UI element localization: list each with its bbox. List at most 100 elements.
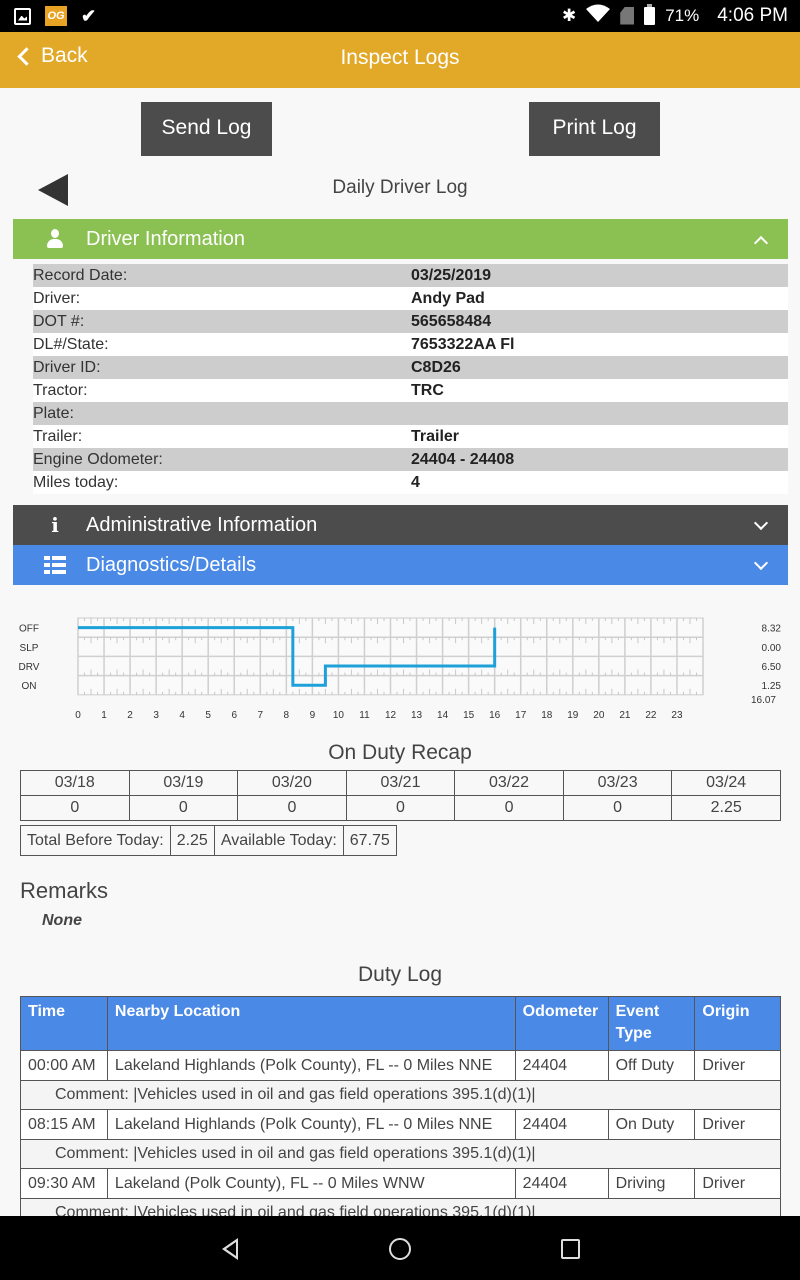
chevron-down-icon: [753, 555, 769, 571]
x-tick-label: 21: [619, 710, 631, 720]
nav-home-icon[interactable]: [389, 1238, 411, 1260]
x-tick-label: 14: [437, 710, 449, 720]
recap-date: 03/23: [562, 770, 673, 796]
column-header: Time: [20, 996, 108, 1051]
row-label-on: ON: [22, 681, 37, 692]
recap-date: 03/24: [671, 770, 781, 796]
total-before-label: Total Before Today:: [20, 825, 171, 856]
send-log-button[interactable]: Send Log: [141, 102, 272, 156]
cell-time: 08:15 AM: [20, 1109, 108, 1140]
recap-value: 0: [345, 795, 456, 821]
cell-event: On Duty: [607, 1109, 696, 1140]
wifi-icon: [586, 4, 611, 27]
info-value: TRC: [411, 382, 444, 399]
section-label: Driver Information: [86, 228, 245, 250]
info-value: C8D26: [411, 359, 461, 376]
duty-status-graph: OFF 8.32SLP 0.00DRV 6.50ON 1.2516.070 1 2 3 4 5 6 7…: [19, 617, 782, 720]
totals-table: Total Before Today: 2.25 Available Today…: [20, 825, 397, 856]
grand-total: 16.07: [751, 695, 776, 706]
info-value: Trailer: [411, 428, 460, 445]
chevron-down-icon: [753, 515, 769, 531]
comment-text: Comment: |Vehicles used in oil and gas f…: [20, 1139, 781, 1169]
available-today-label: Available Today:: [213, 825, 344, 856]
x-tick-label: 20: [593, 710, 605, 720]
chevron-up-icon: [753, 235, 769, 251]
info-key: DL#/State:: [33, 336, 109, 353]
row-label-drv: DRV: [19, 662, 40, 673]
x-tick-label: 3: [153, 710, 159, 720]
table-row[interactable]: 00:00 AM Lakeland Highlands (Polk County)…: [20, 1050, 781, 1081]
info-row: Miles today: 4: [33, 471, 788, 494]
recap-date: 03/18: [20, 770, 130, 796]
recap-value: 2.25: [671, 795, 781, 821]
x-tick-label: 18: [541, 710, 553, 720]
x-tick-label: 16: [489, 710, 501, 720]
section-administrative-information[interactable]: i Administrative Information: [13, 505, 788, 545]
info-key: Record Date:: [33, 267, 128, 284]
info-row: Driver ID: C8D26: [33, 356, 788, 379]
recap-date: 03/22: [454, 770, 564, 796]
x-tick-label: 17: [515, 710, 527, 720]
info-row: Driver: Andy Pad: [33, 287, 788, 310]
info-value: Andy Pad: [411, 290, 485, 307]
x-tick-label: 11: [359, 710, 370, 720]
x-tick-label: 1: [101, 710, 107, 720]
column-header: Nearby Location: [106, 996, 516, 1051]
recap-value: 0: [454, 795, 564, 821]
log-title: Daily Driver Log: [332, 177, 468, 198]
info-key: Driver:: [33, 290, 81, 307]
info-icon: i: [51, 513, 59, 537]
recap-value: 0: [20, 795, 130, 821]
info-key: Tractor:: [33, 382, 88, 399]
recap-value: 0: [237, 795, 347, 821]
duty-log-table: Time Nearby Location Odometer Event Type Ori…: [20, 996, 781, 1228]
recap-date: 03/19: [128, 770, 239, 796]
cell-event: Off Duty: [607, 1050, 696, 1081]
info-row: DOT #: 565658484: [33, 310, 788, 333]
app-bar: Back Inspect Logs: [0, 32, 800, 88]
row-total-off: 8.32: [762, 624, 782, 635]
comment-row: Comment: |Vehicles used in oil and gas f…: [20, 1080, 781, 1110]
x-tick-label: 10: [333, 710, 345, 720]
clock: 4:06 PM: [717, 4, 788, 26]
cell-odometer: 24404: [514, 1109, 609, 1140]
navigation-bar: [0, 1216, 800, 1280]
nav-back-icon[interactable]: [222, 1238, 238, 1260]
x-tick-label: 22: [645, 710, 657, 720]
row-label-slp: SLP: [20, 643, 39, 654]
section-diagnostics-details[interactable]: Diagnostics/Details: [13, 545, 788, 585]
cell-origin: Driver: [694, 1168, 781, 1199]
cell-time: 00:00 AM: [20, 1050, 108, 1081]
row-label-off: OFF: [19, 624, 39, 635]
total-before-value: 2.25: [169, 825, 215, 856]
cell-location: Lakeland (Polk County), FL -- 0 Miles WN…: [106, 1168, 516, 1199]
section-driver-information[interactable]: Driver Information: [13, 219, 788, 259]
person-icon: [46, 229, 64, 249]
status-bar: OG ✔ ✱ 71% 4:06 PM: [0, 0, 800, 32]
sim-icon: [620, 6, 635, 25]
x-tick-label: 12: [385, 710, 397, 720]
table-row[interactable]: 09:30 AM Lakeland (Polk County), FL -- 0 …: [20, 1168, 781, 1199]
info-key: Engine Odometer:: [33, 451, 163, 468]
nav-recents-icon[interactable]: [561, 1239, 580, 1259]
row-total-on: 1.25: [762, 681, 782, 692]
battery-icon: [644, 3, 656, 25]
recap-table: 03/18 03/19 03/20 03/21 03/22 03/23 03/24 0000…: [20, 770, 781, 821]
column-header: Origin: [694, 996, 781, 1051]
table-row[interactable]: 08:15 AM Lakeland Highlands (Polk County)…: [20, 1109, 781, 1140]
recap-value: 0: [128, 795, 239, 821]
cell-odometer: 24404: [514, 1168, 609, 1199]
info-key: Miles today:: [33, 474, 119, 491]
info-value: 4: [411, 474, 420, 491]
row-total-slp: 0.00: [762, 643, 782, 654]
info-row: Trailer: Trailer: [33, 425, 788, 448]
print-log-button[interactable]: Print Log: [529, 102, 660, 156]
cell-origin: Driver: [694, 1109, 781, 1140]
duty-log-title: Duty Log: [357, 963, 443, 986]
recap-date: 03/20: [237, 770, 347, 796]
x-tick-label: 19: [567, 710, 579, 720]
info-row: Record Date: 03/25/2019: [33, 264, 788, 287]
cell-location: Lakeland Highlands (Polk County), FL -- …: [106, 1050, 516, 1081]
available-today-value: 67.75: [342, 825, 397, 856]
cell-odometer: 24404: [514, 1050, 609, 1081]
